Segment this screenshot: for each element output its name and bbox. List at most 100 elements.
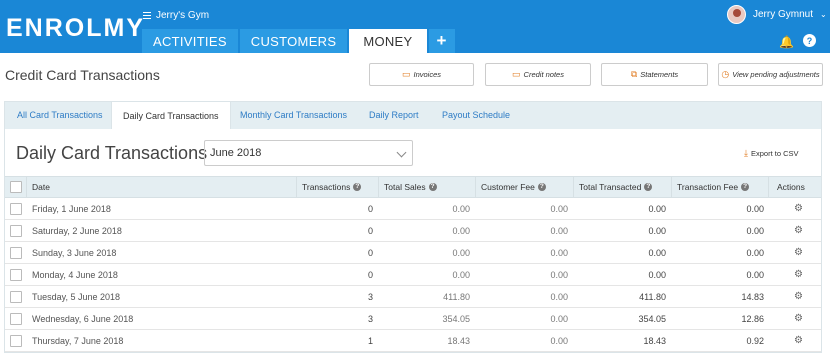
bell-icon[interactable]: 🔔	[779, 35, 794, 49]
chevron-down-icon: ⌄	[820, 10, 827, 19]
nav-tab-activities[interactable]: ACTIVITIES	[142, 29, 238, 53]
cell-total-sales: 0.00	[452, 248, 470, 258]
help-icon[interactable]: ?	[803, 34, 816, 47]
cell-customer-fee: 0.00	[550, 336, 568, 346]
main-nav-tabs: ACTIVITIES CUSTOMERS MONEY +	[142, 29, 455, 53]
help-icon[interactable]: ?	[428, 183, 437, 191]
row-checkbox[interactable]	[10, 269, 22, 281]
cell-date: Tuesday, 5 June 2018	[32, 292, 121, 302]
cell-total-sales: 0.00	[452, 226, 470, 236]
add-button[interactable]: +	[428, 29, 455, 53]
column-divider	[768, 176, 769, 198]
cell-transaction-fee: 14.83	[741, 292, 764, 302]
tab-all-card-transactions[interactable]: All Card Transactions	[17, 101, 103, 129]
cell-transactions: 3	[367, 292, 373, 302]
nav-tab-customers[interactable]: CUSTOMERS	[239, 29, 348, 53]
cell-transactions: 0	[367, 226, 373, 236]
month-select-value: June 2018	[210, 147, 262, 159]
statements-button-label: Statements	[640, 70, 679, 79]
row-divider	[5, 351, 821, 352]
cell-customer-fee: 0.00	[550, 248, 568, 258]
help-icon[interactable]: ?	[353, 183, 362, 191]
column-header-label: Transactions	[302, 182, 351, 192]
menu-icon	[143, 12, 151, 19]
tab-daily-card-transactions[interactable]: Daily Card Transactions	[111, 101, 231, 129]
cell-date: Monday, 4 June 2018	[32, 270, 118, 280]
tab-monthly-card-transactions[interactable]: Monthly Card Transactions	[240, 101, 347, 129]
column-header-label: Total Sales	[384, 182, 426, 192]
view-pending-adjustments-button[interactable]: ◷ View pending adjustments	[718, 63, 823, 86]
gear-icon[interactable]: ⚙	[794, 203, 803, 214]
cell-total-sales: 411.80	[443, 292, 470, 302]
cell-total-sales: 18.43	[447, 336, 470, 346]
column-divider	[26, 176, 27, 198]
cell-date: Wednesday, 6 June 2018	[32, 314, 134, 324]
gear-icon[interactable]: ⚙	[794, 225, 803, 236]
statements-button[interactable]: ⧉ Statements	[601, 63, 708, 86]
cell-date: Saturday, 2 June 2018	[32, 226, 122, 236]
cell-transaction-fee: 0.00	[746, 226, 764, 236]
row-checkbox[interactable]	[10, 203, 22, 215]
app-logo[interactable]: ENROLMY	[6, 14, 145, 43]
cell-total-sales: 0.00	[452, 270, 470, 280]
cell-transaction-fee: 12.86	[741, 314, 764, 324]
column-header-actions: Actions	[777, 176, 805, 198]
cell-total-sales: 0.00	[452, 204, 470, 214]
cell-date: Thursday, 7 June 2018	[32, 336, 124, 346]
column-header-transaction-fee[interactable]: Transaction Fee?	[677, 176, 750, 198]
help-icon[interactable]: ?	[644, 183, 653, 191]
gear-icon[interactable]: ⚙	[794, 313, 803, 324]
row-checkbox[interactable]	[10, 313, 22, 325]
gear-icon[interactable]: ⚙	[794, 335, 803, 346]
export-csv-button[interactable]: ⤓ Export to CSV	[744, 148, 799, 159]
cell-transactions: 0	[367, 204, 373, 214]
user-name: Jerry Gymnut	[753, 9, 814, 20]
user-menu[interactable]: Jerry Gymnut ⌄	[727, 5, 827, 24]
page-title: Credit Card Transactions	[5, 67, 160, 83]
column-header-label: Transaction Fee	[677, 182, 739, 192]
cell-transaction-fee: 0.00	[746, 204, 764, 214]
row-checkbox[interactable]	[10, 291, 22, 303]
column-divider	[296, 176, 297, 198]
cell-total-transacted: 411.80	[639, 292, 666, 302]
row-checkbox[interactable]	[10, 247, 22, 259]
row-checkbox[interactable]	[10, 335, 22, 347]
cell-total-sales: 354.05	[442, 314, 470, 324]
column-header-total-sales[interactable]: Total Sales?	[384, 176, 437, 198]
cell-total-transacted: 0.00	[648, 248, 666, 258]
invoices-button[interactable]: ▭ Invoices	[369, 63, 474, 86]
chevron-down-icon	[396, 147, 407, 158]
clock-icon: ◷	[721, 69, 730, 79]
export-csv-label: Export to CSV	[750, 149, 799, 158]
cell-customer-fee: 0.00	[550, 292, 568, 302]
help-icon[interactable]: ?	[537, 183, 546, 191]
cell-transaction-fee: 0.00	[746, 270, 764, 280]
column-header-total-transacted[interactable]: Total Transacted?	[579, 176, 653, 198]
cell-transactions: 3	[367, 314, 373, 324]
column-header-label: Customer Fee	[481, 182, 535, 192]
gym-name: Jerry's Gym	[156, 10, 210, 21]
tab-daily-report[interactable]: Daily Report	[369, 101, 419, 129]
gear-icon[interactable]: ⚙	[794, 269, 803, 280]
column-header-transactions[interactable]: Transactions?	[302, 176, 362, 198]
column-header-customer-fee[interactable]: Customer Fee?	[481, 176, 546, 198]
cell-transactions: 1	[367, 336, 373, 346]
tab-payout-schedule[interactable]: Payout Schedule	[442, 101, 510, 129]
cell-customer-fee: 0.00	[550, 204, 568, 214]
row-checkbox[interactable]	[10, 225, 22, 237]
help-icon[interactable]: ?	[741, 183, 750, 191]
gear-icon[interactable]: ⚙	[794, 291, 803, 302]
cell-customer-fee: 0.00	[550, 314, 568, 324]
avatar	[727, 5, 746, 24]
column-header-date[interactable]: Date	[32, 176, 50, 198]
invoices-button-label: Invoices	[413, 70, 442, 79]
section-title: Daily Card Transactions	[16, 143, 208, 163]
select-all-checkbox[interactable]	[10, 181, 22, 193]
gym-switcher[interactable]: Jerry's Gym	[143, 10, 209, 21]
cell-total-transacted: 0.00	[648, 226, 666, 236]
gear-icon[interactable]: ⚙	[794, 247, 803, 258]
credit-notes-button[interactable]: ▭ Credit notes	[485, 63, 591, 86]
nav-tab-money[interactable]: MONEY	[349, 29, 427, 53]
month-select[interactable]: June 2018	[204, 140, 413, 166]
cell-total-transacted: 354.05	[638, 314, 666, 324]
